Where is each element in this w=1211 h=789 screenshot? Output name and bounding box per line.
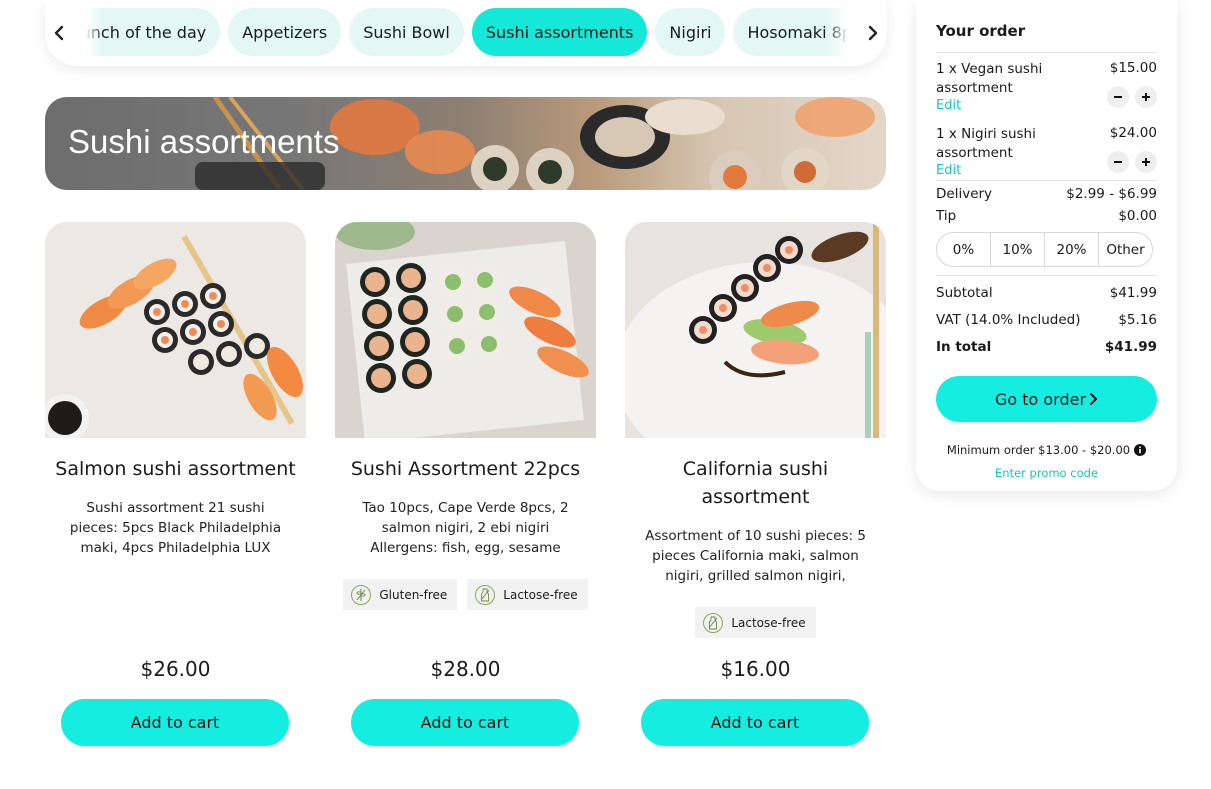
badge-label: Lactose-free <box>731 615 806 630</box>
category-bar: Lunch of the day Appetizers Sushi Bowl S… <box>45 0 887 66</box>
badge-label: Gluten-free <box>379 587 448 602</box>
tip-label: Tip <box>936 208 957 224</box>
vat-value: $5.16 <box>1118 312 1157 328</box>
total-label: In total <box>936 339 992 355</box>
order-panel: Your order 1 x Vegan sushi assortment $1… <box>916 0 1177 491</box>
lactose-free-badge: Lactose-free <box>467 579 588 610</box>
tip-option-10[interactable]: 10% <box>991 233 1045 266</box>
tip-option-20[interactable]: 20% <box>1045 233 1099 266</box>
category-chip-nigiri[interactable]: Nigiri <box>655 8 726 56</box>
info-icon[interactable] <box>1134 444 1147 456</box>
order-item-name: 1 x Vegan sushi assortment <box>936 61 1043 96</box>
tip-row: Tip $0.00 <box>936 205 1157 227</box>
page-title: Sushi assortments <box>68 123 340 160</box>
product-price: $26.00 <box>140 657 211 681</box>
minus-icon[interactable] <box>1107 86 1129 108</box>
category-chip-sushi-bowl[interactable]: Sushi Bowl <box>349 8 464 56</box>
subtotal-row: Subtotal $41.99 <box>936 280 1157 307</box>
tip-option-other[interactable]: Other <box>1099 233 1152 266</box>
vat-row: VAT (14.0% Included) $5.16 <box>936 307 1157 334</box>
diet-badges: Lactose-free <box>625 607 886 638</box>
badge-label: Lactose-free <box>503 587 578 602</box>
vat-label: VAT (14.0% Included) <box>936 312 1081 328</box>
chevron-right-icon[interactable] <box>859 20 885 46</box>
minus-icon[interactable] <box>1107 151 1129 173</box>
promo-code-link[interactable]: Enter promo code <box>936 466 1157 480</box>
tip-selector: 0% 10% 20% Other <box>936 232 1153 267</box>
subtotal-value: $41.99 <box>1109 285 1157 301</box>
order-title: Your order <box>936 22 1157 53</box>
product-title: Sushi Assortment 22pcs <box>350 458 581 480</box>
category-chips: Lunch of the day Appetizers Sushi Bowl S… <box>58 8 887 56</box>
plus-icon[interactable] <box>1135 86 1157 108</box>
add-to-cart-button[interactable]: Add to cart <box>351 699 579 746</box>
product-description: Sushi assortment 21 sushi pieces: 5pcs B… <box>69 500 282 556</box>
order-item: 1 x Nigiri sushi assortment $24.00 Edit <box>936 118 1157 183</box>
lactose-free-badge: Lactose-free <box>695 607 816 638</box>
delivery-row: Delivery $2.99 - $6.99 <box>936 183 1157 205</box>
product-description: Assortment of 10 sushi pieces: 5 pieces … <box>645 528 866 584</box>
go-to-order-label: Go to order <box>994 389 1087 409</box>
order-item-name: 1 x Nigiri sushi assortment <box>936 126 1036 161</box>
go-to-order-button[interactable]: Go to order <box>936 376 1157 422</box>
category-banner: Sushi assortments <box>45 97 886 190</box>
order-item-price: $15.00 <box>1109 60 1157 76</box>
product-title: California sushi assortment <box>682 458 829 508</box>
category-chip-appetizers[interactable]: Appetizers <box>228 8 342 56</box>
tip-option-0[interactable]: 0% <box>937 233 991 266</box>
chevron-right-icon <box>1090 393 1098 405</box>
product-image[interactable] <box>45 222 306 438</box>
order-item-price: $24.00 <box>1109 125 1157 141</box>
product-price: $16.00 <box>720 657 791 681</box>
add-to-cart-button[interactable]: Add to cart <box>641 699 869 746</box>
product-card[interactable]: California sushi assortment Assortment o… <box>625 222 886 752</box>
order-item: 1 x Vegan sushi assortment $15.00 Edit <box>936 53 1157 118</box>
divider <box>936 275 1157 276</box>
chevron-left-icon[interactable] <box>47 20 73 46</box>
tip-value: $0.00 <box>1118 208 1157 224</box>
milk-bottle-icon <box>703 612 724 633</box>
product-card[interactable]: Salmon sushi assortment Sushi assortment… <box>45 222 306 752</box>
milk-bottle-icon <box>475 584 496 605</box>
delivery-value: $2.99 - $6.99 <box>1066 186 1157 202</box>
plus-icon[interactable] <box>1135 151 1157 173</box>
product-description: Tao 10pcs, Cape Verde 8pcs, 2 salmon nig… <box>362 500 569 556</box>
product-card[interactable]: Sushi Assortment 22pcs Tao 10pcs, Cape V… <box>335 222 596 752</box>
add-to-cart-button[interactable]: Add to cart <box>61 699 289 746</box>
product-image[interactable] <box>625 222 886 438</box>
category-chip-sushi-assortments[interactable]: Sushi assortments <box>471 8 648 56</box>
total-value: $41.99 <box>1104 339 1157 355</box>
product-image[interactable] <box>335 222 596 438</box>
wheat-icon <box>351 584 372 605</box>
diet-badges: Gluten-free Lactose-free <box>335 579 596 610</box>
product-price: $28.00 <box>430 657 501 681</box>
total-row: In total $41.99 <box>936 334 1157 361</box>
minimum-order-text: Minimum order $13.00 - $20.00 <box>946 443 1131 457</box>
product-title: Salmon sushi assortment <box>55 458 296 480</box>
delivery-label: Delivery <box>936 186 993 202</box>
subtotal-label: Subtotal <box>936 285 993 301</box>
gluten-free-badge: Gluten-free <box>343 579 458 610</box>
minimum-order: Minimum order $13.00 - $20.00 <box>936 443 1157 457</box>
